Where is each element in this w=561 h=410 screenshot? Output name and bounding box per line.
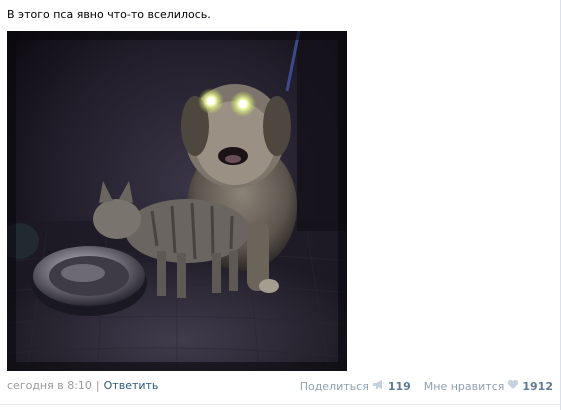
- share-button[interactable]: Поделиться 119: [300, 379, 411, 394]
- like-count: 1912: [522, 379, 553, 393]
- wall-post: В этого пса явно что-то вселилось. сегод…: [0, 0, 561, 410]
- like-label: Мне нравится: [423, 379, 505, 393]
- post-separator: [0, 404, 560, 405]
- like-button[interactable]: Мне нравится 1912: [424, 379, 553, 394]
- heart-icon: [507, 379, 519, 394]
- post-footer: сегодня в 8:10 | Ответить Поделиться 119 М…: [7, 379, 553, 393]
- post-text: В этого пса явно что-то вселилось.: [7, 8, 211, 21]
- megaphone-icon: [372, 379, 385, 394]
- post-photo[interactable]: [7, 31, 347, 371]
- share-count: 119: [387, 379, 411, 393]
- reply-link[interactable]: Ответить: [104, 379, 159, 392]
- post-date[interactable]: сегодня в 8:10: [7, 379, 92, 392]
- post-meta: сегодня в 8:10 | Ответить: [7, 379, 158, 393]
- post-actions: Поделиться 119 Мне нравится 1912: [300, 379, 553, 394]
- share-label: Поделиться: [299, 379, 369, 393]
- meta-divider: |: [95, 379, 100, 392]
- photo-dog-and-cat: [7, 31, 347, 371]
